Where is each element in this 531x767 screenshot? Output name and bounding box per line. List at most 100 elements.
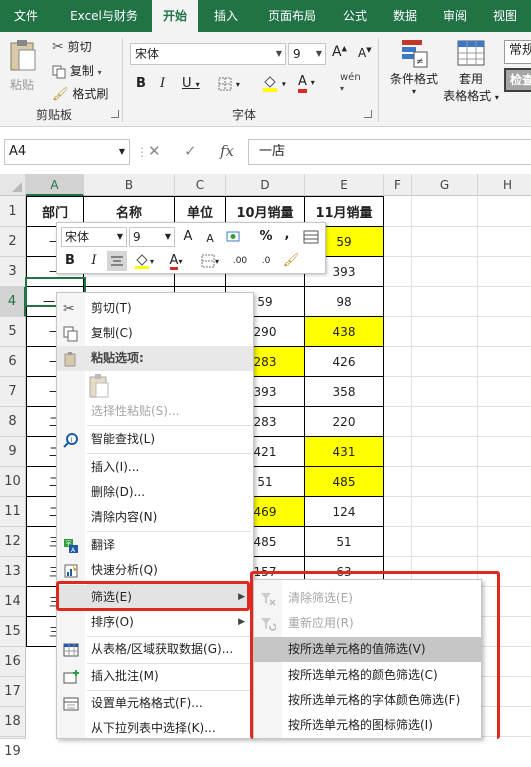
row-header-10[interactable]: 10: [0, 467, 26, 497]
fill-color-button[interactable]: ▾: [262, 74, 286, 92]
cancel-icon[interactable]: ✕: [148, 142, 161, 160]
grow-font-button[interactable]: A▲: [332, 44, 347, 60]
mini-grow-font-button[interactable]: A: [181, 227, 195, 247]
menu-item-quick-analysis[interactable]: 快速分析(Q): [57, 558, 253, 583]
row-header-2[interactable]: 2: [0, 227, 26, 257]
cell-nov-sales[interactable]: 438: [305, 317, 384, 347]
cell-style-check[interactable]: 检查: [504, 68, 531, 92]
font-launcher-icon[interactable]: [364, 110, 372, 118]
mini-font-color-button[interactable]: A▾: [163, 251, 189, 271]
column-header-d[interactable]: D: [226, 174, 305, 196]
row-header-4[interactable]: 4: [0, 287, 26, 317]
font-size-box[interactable]: 9 ▼: [288, 43, 326, 65]
borders-button[interactable]: ▾: [218, 76, 240, 91]
mini-shrink-font-button[interactable]: A: [203, 229, 217, 249]
copy-dropdown-icon[interactable]: ▾: [98, 68, 102, 77]
format-as-table-button[interactable]: 套用 表格格式 ▾: [442, 38, 500, 104]
clipboard-launcher-icon[interactable]: [111, 110, 119, 118]
insert-function-icon[interactable]: fx: [220, 142, 234, 160]
tab-file[interactable]: 文件: [0, 0, 52, 32]
mini-borders-button[interactable]: ▾: [197, 251, 223, 271]
mini-bold-button[interactable]: B: [63, 251, 77, 271]
menu-item-clear-contents[interactable]: 清除内容(N): [57, 505, 253, 530]
column-header-h[interactable]: H: [478, 174, 531, 196]
menu-item-cut[interactable]: ✂ 剪切(T): [57, 296, 253, 321]
enter-icon[interactable]: ✓: [184, 142, 197, 160]
row-header-17[interactable]: 17: [0, 677, 26, 707]
row-header-15[interactable]: 15: [0, 617, 26, 647]
column-header-e[interactable]: E: [305, 174, 384, 196]
menu-item-get-data[interactable]: 从表格/区域获取数据(G)...: [57, 637, 253, 662]
menu-item-translate[interactable]: 字A 翻译: [57, 533, 253, 558]
row-header-5[interactable]: 5: [0, 317, 26, 347]
paste-button[interactable]: 粘贴: [8, 38, 42, 102]
cell-nov-sales[interactable]: 358: [305, 377, 384, 407]
mini-font-size[interactable]: 9 ▼: [129, 227, 175, 247]
row-header-14[interactable]: 14: [0, 587, 26, 617]
row-header-1[interactable]: 1: [0, 196, 26, 227]
row-header-13[interactable]: 13: [0, 557, 26, 587]
mini-font-name[interactable]: 宋体 ▼: [61, 227, 127, 247]
tab-insert[interactable]: 插入: [202, 0, 250, 32]
menu-item-insert[interactable]: 插入(I)...: [57, 455, 253, 480]
cell-style-normal[interactable]: 常规: [504, 40, 531, 64]
column-header-a[interactable]: A: [26, 174, 84, 196]
mini-align-button[interactable]: [107, 251, 127, 271]
mini-italic-button[interactable]: I: [87, 251, 101, 271]
tab-view[interactable]: 视图: [482, 0, 528, 32]
cell-nov-sales[interactable]: 98: [305, 287, 384, 317]
tab-page-layout[interactable]: 页面布局: [256, 0, 328, 32]
shrink-font-button[interactable]: A▼: [358, 46, 372, 60]
bold-button[interactable]: B: [136, 76, 146, 91]
mini-accounting-button[interactable]: [223, 227, 249, 247]
row-header-11[interactable]: 11: [0, 497, 26, 527]
mini-format-painter-button[interactable]: 🖌: [281, 251, 301, 271]
format-painter-button[interactable]: 🖌 格式刷: [52, 85, 108, 102]
tab-home[interactable]: 开始: [152, 0, 198, 32]
menu-item-delete[interactable]: 删除(D)...: [57, 480, 253, 505]
cell-nov-sales[interactable]: 124: [305, 497, 384, 527]
row-header-8[interactable]: 8: [0, 407, 26, 437]
phonetic-button[interactable]: wén ▾: [340, 72, 361, 94]
copy-button[interactable]: 复制 ▾: [52, 62, 102, 79]
menu-item-smart-lookup[interactable]: i 智能查找(L): [57, 427, 253, 452]
mini-percent-button[interactable]: %: [257, 227, 275, 247]
menu-item-sort[interactable]: 排序(O) ▶: [57, 610, 253, 635]
menu-item-pick-from-list[interactable]: 从下拉列表中选择(K)...: [57, 716, 253, 738]
row-header-16[interactable]: 16: [0, 647, 26, 677]
conditional-formatting-button[interactable]: ≠ 条件格式 ▾: [386, 38, 442, 96]
formula-input[interactable]: 一店: [248, 139, 531, 165]
row-header-7[interactable]: 7: [0, 377, 26, 407]
tab-review[interactable]: 审阅: [432, 0, 478, 32]
cell-nov-sales[interactable]: 51: [305, 527, 384, 557]
font-color-button[interactable]: A ▾: [298, 74, 315, 93]
cell-nov-sales[interactable]: 485: [305, 467, 384, 497]
column-header-b[interactable]: B: [84, 174, 175, 196]
menu-item-format-cells[interactable]: 设置单元格格式(F)...: [57, 691, 253, 716]
cell-nov-sales[interactable]: 220: [305, 407, 384, 437]
column-header-f[interactable]: F: [384, 174, 412, 196]
cut-button[interactable]: ✂ 剪切: [52, 38, 92, 55]
tab-excel-finance[interactable]: Excel与财务: [56, 0, 152, 32]
cell-nov-sales[interactable]: 426: [305, 347, 384, 377]
mini-comma-button[interactable]: ,: [281, 225, 293, 245]
mini-decrease-decimal-button[interactable]: .0: [255, 251, 277, 271]
row-header-9[interactable]: 9: [0, 437, 26, 467]
select-all-corner[interactable]: [0, 174, 26, 196]
tab-data[interactable]: 数据: [382, 0, 428, 32]
menu-item-insert-comment[interactable]: 插入批注(M): [57, 664, 253, 689]
font-name-box[interactable]: 宋体 ▼: [130, 43, 286, 65]
menu-item-copy[interactable]: 复制(C): [57, 321, 253, 346]
tab-formulas[interactable]: 公式: [332, 0, 378, 32]
underline-button[interactable]: U ▾: [182, 76, 200, 91]
menu-item-paste-special[interactable]: 选择性粘贴(S)...: [57, 399, 253, 424]
name-box[interactable]: A4 ▼: [4, 139, 130, 165]
cell-nov-sales[interactable]: 431: [305, 437, 384, 467]
row-header-3[interactable]: 3: [0, 257, 26, 287]
row-header-18[interactable]: 18: [0, 707, 26, 737]
mini-format-table-button[interactable]: [301, 227, 321, 247]
italic-button[interactable]: I: [160, 76, 165, 91]
column-header-c[interactable]: C: [175, 174, 226, 196]
mini-increase-decimal-button[interactable]: .00: [229, 251, 251, 271]
mini-fill-color-button[interactable]: ▾: [131, 251, 157, 271]
